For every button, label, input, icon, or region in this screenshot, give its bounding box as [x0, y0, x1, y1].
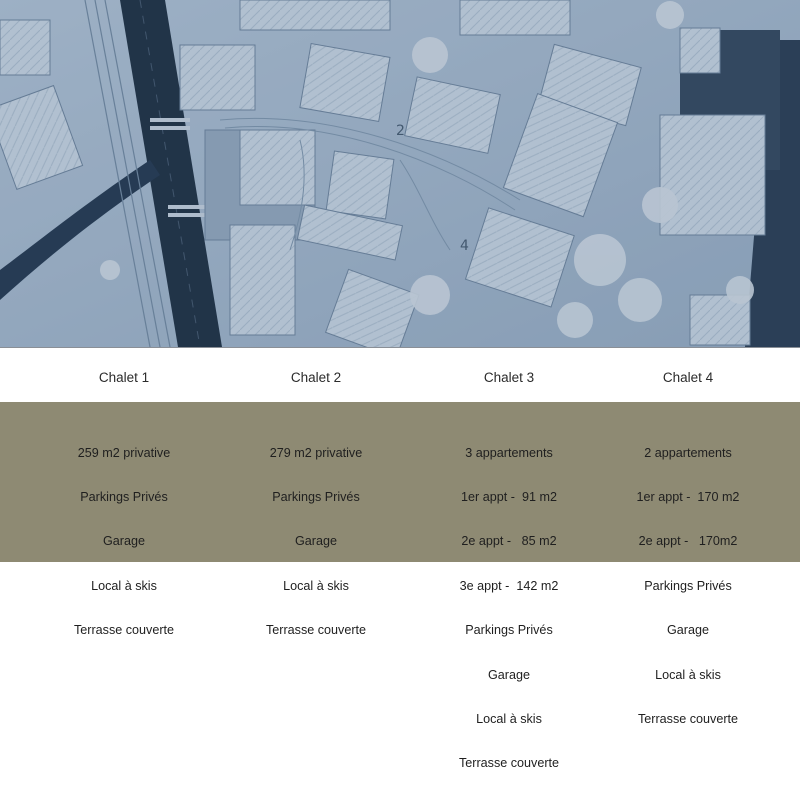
detail-line: Local à skis — [283, 578, 349, 593]
detail-line: Terrasse couverte — [73, 623, 175, 638]
chalet-2-title: Chalet 2 — [290, 370, 342, 385]
detail-line: Terrasse couverte — [458, 756, 560, 771]
detail-line: 2e appt - 170m2 — [638, 534, 738, 549]
detail-line: Garage — [666, 623, 709, 638]
detail-line: 1er appt - 170 m2 — [636, 489, 740, 504]
detail-line: Local à skis — [91, 578, 157, 593]
detail-line: Garage — [487, 667, 530, 682]
detail-line: 3 appartements — [465, 445, 553, 460]
detail-line: Parkings Privés — [644, 578, 732, 593]
detail-line: Parkings Privés — [80, 489, 168, 504]
detail-line: Terrasse couverte — [637, 711, 739, 726]
detail-line: Terrasse couverte — [265, 623, 367, 638]
detail-line: 3e appt - 142 m2 — [459, 578, 559, 593]
detail-line: 259 m2 privative — [77, 445, 171, 460]
detail-line: 1er appt - 91 m2 — [461, 489, 557, 504]
detail-line: Parkings Privés — [465, 623, 553, 638]
aerial-photo: 2 4 — [0, 0, 800, 348]
chalet-3-title: Chalet 3 — [483, 370, 535, 385]
chalet-overview: 2 4 Chalet 1 Chalet 2 Chalet 3 Chalet 4 … — [0, 0, 800, 770]
chalet-2-details: 279 m2 privative Parkings Privés Garage … — [216, 416, 416, 668]
chalet-3-details: 3 appartements 1er appt - 91 m2 2e appt … — [409, 416, 609, 801]
detail-line: 2e appt - 85 m2 — [461, 534, 557, 549]
detail-line: Garage — [102, 534, 145, 549]
detail-line: Local à skis — [476, 711, 542, 726]
detail-line: 2 appartements — [644, 445, 732, 460]
chalet-4-details: 2 appartements 1er appt - 170 m2 2e appt… — [588, 416, 788, 756]
chalet-1-title: Chalet 1 — [98, 370, 150, 385]
chalet-details-panel: 259 m2 privative Parkings Privés Garage … — [0, 402, 800, 770]
detail-line: Garage — [294, 534, 337, 549]
chalet-titles-row: Chalet 1 Chalet 2 Chalet 3 Chalet 4 — [0, 348, 800, 402]
detail-line: Local à skis — [655, 667, 721, 682]
aerial-photo-graphic: 2 4 — [0, 0, 800, 347]
chalet-1-details: 259 m2 privative Parkings Privés Garage … — [24, 416, 224, 668]
chalet-4-title: Chalet 4 — [662, 370, 714, 385]
detail-line: Parkings Privés — [272, 489, 360, 504]
detail-line: 279 m2 privative — [269, 445, 363, 460]
